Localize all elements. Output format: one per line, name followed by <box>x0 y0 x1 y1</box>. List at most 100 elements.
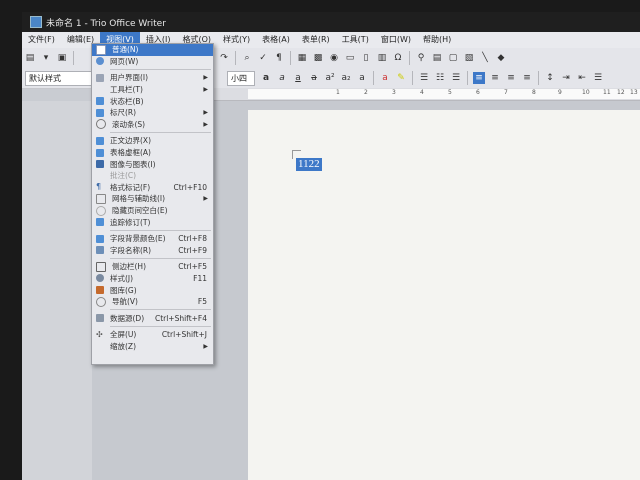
font-size-select[interactable]: 小四 <box>227 70 255 86</box>
menu-item-shortcut: Ctrl+F5 <box>178 262 207 272</box>
font-color-icon[interactable]: a <box>379 72 391 84</box>
shapes-icon[interactable]: ◆ <box>495 52 507 64</box>
menu-separator <box>110 69 211 71</box>
menu-styles[interactable]: 样式(Y) <box>217 32 256 48</box>
spelling-icon[interactable]: ✓ <box>257 52 269 64</box>
new-document-icon[interactable]: ▤ <box>24 52 36 64</box>
sidebar-icon <box>96 261 106 272</box>
paragraph-style-select[interactable]: 默认样式 <box>25 70 93 86</box>
view-menu-item-zoom[interactable]: 缩放(Z) ▶ <box>92 341 213 353</box>
justify-icon[interactable]: ≡ <box>521 72 533 84</box>
footnote-icon[interactable]: ▤ <box>431 52 443 64</box>
underline-icon[interactable]: a <box>292 72 304 84</box>
shadow-icon[interactable]: a <box>356 72 368 84</box>
menu-file[interactable]: 文件(F) <box>22 32 61 48</box>
view-menu-item-user-interface[interactable]: 用户界面(I) ▶ <box>92 72 213 84</box>
toolbar-separator <box>373 71 374 85</box>
strikethrough-icon[interactable]: a <box>308 72 320 84</box>
decrease-indent-icon[interactable]: ⇤ <box>576 72 588 84</box>
view-menu-item-navigator[interactable]: 导航(V) F5 <box>92 296 213 308</box>
highlight-icon[interactable]: ✎ <box>395 72 407 84</box>
paragraph-spacing-icon[interactable]: ☰ <box>592 72 604 84</box>
bullets-icon[interactable]: ☰ <box>418 72 430 84</box>
hyperlink-icon[interactable]: ⚲ <box>415 52 427 64</box>
selected-text[interactable]: 1122 <box>296 158 322 171</box>
align-right-icon[interactable]: ≡ <box>505 72 517 84</box>
view-menu-item-grid-guides[interactable]: 网格与辅助线(I) ▶ <box>92 193 213 205</box>
submenu-arrow-icon: ▶ <box>203 86 208 94</box>
view-menu-dropdown: 普通(N) 网页(W) 用户界面(I) ▶ 工具栏(T) ▶ 状态栏(B) 标尺… <box>91 43 214 365</box>
view-menu-item-normal[interactable]: 普通(N) <box>92 44 213 56</box>
menu-item-shortcut: F5 <box>197 297 207 307</box>
line-spacing-icon[interactable]: ↕ <box>544 72 556 84</box>
menu-item-shortcut: Ctrl+F10 <box>173 182 208 192</box>
view-menu-item-web[interactable]: 网页(W) <box>92 56 213 68</box>
view-menu-item-table-boundaries[interactable]: 表格虚框(A) <box>92 147 213 159</box>
view-menu-item-field-names[interactable]: 字段名称(R) Ctrl+F9 <box>92 245 213 257</box>
view-menu-item-styles[interactable]: 样式(J) F11 <box>92 273 213 285</box>
menu-item-label: 图库(G) <box>110 285 137 295</box>
menu-item-label: 缩放(Z) <box>110 341 136 351</box>
view-menu-item-scrollbars[interactable]: 滚动条(S) ▶ <box>92 119 213 131</box>
menu-item-label: 数据源(D) <box>110 313 145 323</box>
menu-tools[interactable]: 工具(T) <box>336 32 375 48</box>
image-icon <box>96 160 104 169</box>
normal-view-icon <box>96 44 106 55</box>
line-icon[interactable]: ╲ <box>479 52 491 64</box>
menu-item-label: 隐藏页间空白(E) <box>112 206 168 216</box>
numbering-icon[interactable]: ☷ <box>434 72 446 84</box>
insert-image-icon[interactable]: ▩ <box>312 52 324 64</box>
menu-item-shortcut: Ctrl+Shift+F4 <box>154 313 207 323</box>
blank-icon <box>96 172 104 180</box>
formatting-marks-icon[interactable]: ¶ <box>273 52 285 64</box>
view-menu-item-rulers[interactable]: 标尺(R) ▶ <box>92 107 213 119</box>
toolbar-separator <box>467 71 468 85</box>
special-character-icon[interactable]: Ω <box>392 52 404 64</box>
redo-icon[interactable]: ↷ <box>218 52 230 64</box>
menu-window[interactable]: 窗口(W) <box>375 32 417 48</box>
insert-table-icon[interactable]: ▦ <box>296 52 308 64</box>
insert-field-icon[interactable]: ▥ <box>376 52 388 64</box>
view-menu-item-images-charts[interactable]: 图像与图表(I) <box>92 158 213 170</box>
menu-form[interactable]: 表单(R) <box>296 32 336 48</box>
menu-help[interactable]: 帮助(H) <box>417 32 457 48</box>
check-icon <box>96 234 104 243</box>
comment-icon[interactable]: ▢ <box>447 52 459 64</box>
ruler-number: 11 <box>603 89 611 96</box>
insert-textbox-icon[interactable]: ▭ <box>344 52 356 64</box>
bold-icon[interactable]: a <box>260 72 272 84</box>
find-replace-icon[interactable]: ⌕ <box>241 52 253 64</box>
insert-chart-icon[interactable]: ◉ <box>328 52 340 64</box>
menu-item-label: 工具栏(T) <box>110 85 143 95</box>
view-menu-item-text-boundaries[interactable]: 正文边界(X) <box>92 135 213 147</box>
view-menu-item-hide-whitespace[interactable]: 隐藏页间空白(E) <box>92 205 213 217</box>
view-menu-item-sidebar[interactable]: 侧边栏(H) Ctrl+F5 <box>92 261 213 273</box>
view-menu-item-data-sources[interactable]: 数据源(D) Ctrl+Shift+F4 <box>92 312 213 324</box>
view-menu-item-gallery[interactable]: 图库(G) <box>92 284 213 296</box>
menu-item-shortcut: Ctrl+Shift+J <box>161 330 207 340</box>
app-icon <box>30 16 42 28</box>
left-margin-area <box>22 101 92 480</box>
view-menu-item-status-bar[interactable]: 状态栏(B) <box>92 95 213 107</box>
italic-icon[interactable]: a <box>276 72 288 84</box>
view-menu-item-fullscreen[interactable]: ✣ 全屏(U) Ctrl+Shift+J <box>92 329 213 341</box>
toolbar-separator <box>409 51 410 65</box>
menu-table[interactable]: 表格(A) <box>256 32 296 48</box>
outline-icon[interactable]: ☰ <box>450 72 462 84</box>
align-left-icon[interactable]: ≡ <box>473 72 485 84</box>
subscript-icon[interactable]: a₂ <box>340 72 352 84</box>
view-menu-item-field-shading[interactable]: 字段背景颜色(E) Ctrl+F8 <box>92 233 213 245</box>
view-menu-item-toolbars[interactable]: 工具栏(T) ▶ <box>92 84 213 96</box>
styles-icon <box>96 274 104 283</box>
superscript-icon[interactable]: a² <box>324 72 336 84</box>
track-changes-icon[interactable]: ▧ <box>463 52 475 64</box>
view-menu-item-formatting-marks[interactable]: ¶ 格式标记(F) Ctrl+F10 <box>92 182 213 194</box>
save-icon[interactable]: ▣ <box>56 52 68 64</box>
increase-indent-icon[interactable]: ⇥ <box>560 72 572 84</box>
open-icon[interactable]: ▾ <box>40 52 52 64</box>
page-break-icon[interactable]: ▯ <box>360 52 372 64</box>
blank-icon <box>96 86 104 94</box>
align-center-icon[interactable]: ≡ <box>489 72 501 84</box>
view-menu-item-track-changes[interactable]: 追踪修订(T) <box>92 216 213 228</box>
menu-item-label: 导航(V) <box>112 297 138 307</box>
